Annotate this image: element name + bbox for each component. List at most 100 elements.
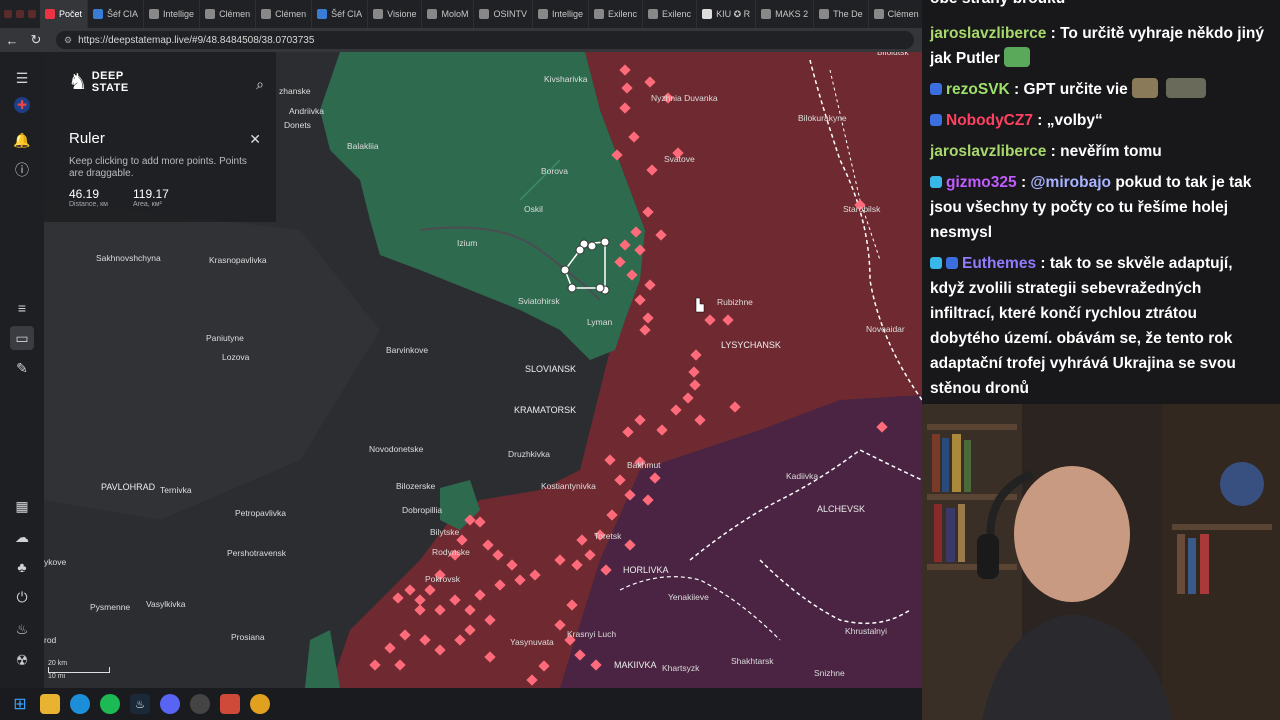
map-label: PAVLOHRAD — [101, 482, 156, 492]
power-icon[interactable]: ⏻ — [10, 585, 34, 609]
browser-tab[interactable]: Clémen — [256, 0, 313, 28]
map-label: Khrustalnyi — [845, 626, 887, 636]
map-label: Pysmenne — [90, 602, 130, 612]
tab-favicon-icon — [761, 9, 772, 19]
map-label: SLOVIANSK — [525, 364, 576, 374]
url-field[interactable]: ⚙ https://deepstatemap.live/#9/48.848450… — [56, 31, 914, 49]
obs-icon[interactable] — [190, 694, 210, 714]
map-label: Bakhmut — [627, 460, 661, 470]
distance-label: Distance, км — [69, 201, 108, 208]
tab-label: Exilenc — [662, 9, 692, 19]
map-label: Yasynuvata — [510, 637, 554, 647]
browser-tab[interactable]: Exilenc — [589, 0, 644, 28]
browser-tab[interactable]: Clémen — [869, 0, 922, 28]
ruler-point[interactable] — [600, 237, 610, 247]
ruler-panel: ♞ DEEP STATE ⌕ Ruler ✕ Keep clicking to … — [44, 52, 276, 222]
chat-username[interactable]: gizmo325 — [946, 174, 1017, 191]
browser-tab[interactable]: Počet — [40, 0, 89, 28]
reload-icon[interactable]: ↻ — [24, 32, 48, 48]
fire-icon[interactable]: ♨ — [10, 617, 34, 641]
map-label: Donets — [284, 120, 311, 130]
pen-icon[interactable]: ✎ — [10, 356, 34, 380]
map-label: MAKIIVKA — [614, 660, 657, 670]
tab-label: Clémen — [275, 9, 307, 19]
chat-badge-icon — [930, 83, 942, 95]
map-label: Druzhkivka — [508, 449, 550, 459]
steam-icon[interactable]: ♨ — [130, 694, 150, 714]
back-icon[interactable]: ← — [0, 33, 24, 48]
chrome-icon[interactable] — [250, 694, 270, 714]
file-explorer-icon[interactable] — [40, 694, 60, 714]
browser-tab[interactable]: Šéf CIA — [88, 0, 145, 28]
tree-icon[interactable]: ♣ — [10, 555, 34, 579]
browser-tab[interactable]: The De — [814, 0, 869, 28]
chat-message: jaroslavzliberce : To určitě vyhraje něk… — [930, 25, 1264, 67]
chat-mention[interactable]: @mirobajo — [1030, 174, 1111, 191]
chat-badge-icon — [930, 176, 942, 188]
tab-favicon-icon — [479, 9, 490, 19]
info-icon[interactable]: ⓘ — [10, 158, 34, 182]
browser-tab[interactable]: MoloM — [422, 0, 475, 28]
spotify-icon[interactable] — [100, 694, 120, 714]
chat-username[interactable]: NobodyCZ7 — [946, 112, 1033, 129]
windows-taskbar: ⊞ ♨ — [0, 688, 922, 720]
ruler-point[interactable] — [575, 245, 585, 255]
browser-tab[interactable]: OSINTV — [474, 0, 533, 28]
tab-label: Visione — [387, 9, 417, 19]
chat-username[interactable]: jaroslavzliberce — [930, 25, 1046, 42]
map-label: Izium — [457, 238, 477, 248]
map-label: Oskil — [524, 204, 543, 214]
streamer-head — [1014, 466, 1130, 602]
windows-start-icon[interactable]: ⊞ — [10, 694, 30, 714]
browser-tab[interactable]: Intellige — [144, 0, 201, 28]
map-label: Dobropillia — [402, 505, 442, 515]
map-label: Lozova — [222, 352, 250, 362]
radiation-icon[interactable]: ☢ — [10, 648, 34, 672]
scale-km: 20 km — [48, 660, 68, 667]
edge-browser-icon[interactable] — [70, 694, 90, 714]
ruler-point[interactable] — [587, 241, 597, 251]
browser-tab[interactable]: MAKS 2 — [756, 0, 815, 28]
bell-icon[interactable]: 🔔 — [10, 128, 34, 152]
cloud-icon[interactable]: ☁ — [10, 525, 34, 549]
site-info-icon[interactable]: ⚙ — [64, 35, 72, 46]
ruler-icon[interactable]: ▭ — [10, 326, 34, 350]
map-label: Shakhtarsk — [731, 656, 774, 666]
browser-tab[interactable]: Visione — [368, 0, 423, 28]
deepstate-logo[interactable]: ♞ DEEP STATE — [68, 70, 129, 94]
map-label: Kadiivka — [786, 471, 818, 481]
browser-tab[interactable]: KIU ✪ R — [697, 0, 757, 28]
app-icon[interactable] — [220, 694, 240, 714]
window-controls[interactable] — [0, 10, 40, 18]
tab-favicon-icon — [819, 9, 830, 19]
browser-tab[interactable]: Clémen — [200, 0, 257, 28]
map-label: Petropavlivka — [235, 508, 286, 518]
tab-favicon-icon — [594, 9, 605, 19]
chat-username[interactable]: jaroslavzliberce — [930, 143, 1046, 160]
map-label: Vasylkivka — [146, 599, 186, 609]
tab-label: Exilenc — [608, 9, 638, 19]
browser-tab[interactable]: Šéf CIA — [312, 0, 369, 28]
browser-tab[interactable]: Exilenc — [643, 0, 698, 28]
search-icon[interactable]: ⌕ — [256, 76, 264, 93]
ruler-point[interactable] — [560, 265, 570, 275]
uk-flag-icon[interactable]: ✚ — [14, 97, 30, 113]
webcam-feed — [922, 404, 1280, 720]
chat-username[interactable]: rezoSVK — [946, 81, 1010, 98]
sliders-icon[interactable]: ≡ — [10, 296, 34, 320]
chat-username[interactable]: Euthemes — [962, 255, 1036, 272]
left-toolbar: ☰ ✚ 🔔 ⓘ ≡ ▭ ✎ ▦ ☁ ♣ ⏻ ♨ ☢ — [0, 52, 44, 688]
chart-icon[interactable]: ▦ — [10, 494, 34, 518]
map-label: Barvinkove — [386, 345, 428, 355]
map-label: Prosiana — [231, 632, 265, 642]
close-icon[interactable]: ✕ — [249, 131, 261, 148]
menu-icon[interactable]: ☰ — [10, 66, 34, 90]
address-bar-row: ← ↻ ⚙ https://deepstatemap.live/#9/48.84… — [0, 28, 922, 52]
ruler-point[interactable] — [595, 283, 605, 293]
ruler-point[interactable] — [567, 283, 577, 293]
map-label: Kivsharivka — [544, 74, 588, 84]
ruler-hint: Keep clicking to add more points. Points… — [69, 156, 247, 179]
browser-tab[interactable]: Intellige — [533, 0, 590, 28]
discord-icon[interactable] — [160, 694, 180, 714]
map-label: Toretsk — [594, 531, 622, 541]
